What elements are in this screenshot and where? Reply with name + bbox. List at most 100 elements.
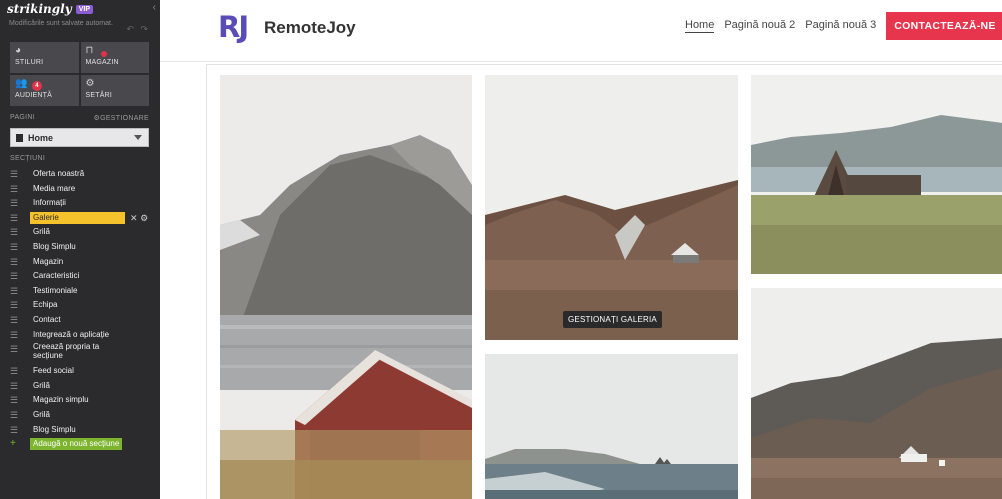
drag-handle-icon[interactable]: ☰ bbox=[10, 299, 20, 311]
drag-handle-icon[interactable]: ☰ bbox=[10, 270, 20, 282]
audience-button[interactable]: 👥 4 AUDIENȚĂ bbox=[10, 75, 79, 106]
section-item[interactable]: ☰ Grilă bbox=[10, 409, 155, 424]
gear-icon[interactable]: ⚙ bbox=[140, 213, 148, 223]
drag-handle-icon[interactable]: ☰ bbox=[10, 256, 20, 268]
manage-pages-label: GESTIONARE bbox=[100, 115, 149, 122]
redo-icon[interactable]: ↷ bbox=[140, 24, 148, 35]
page-select[interactable]: Home bbox=[10, 128, 149, 147]
foggy-coast-image bbox=[485, 354, 738, 499]
section-item[interactable]: ☰ Integrează o aplicație bbox=[10, 329, 155, 344]
drag-handle-icon[interactable]: ☰ bbox=[10, 212, 20, 224]
section-item[interactable]: ☰ Oferta noastră bbox=[10, 168, 155, 183]
section-item[interactable]: ☰ Grilă bbox=[10, 226, 155, 241]
gallery-photo[interactable] bbox=[751, 75, 1002, 274]
brand-logo: strikingly bbox=[7, 2, 72, 16]
section-item[interactable]: ☰ Feed social bbox=[10, 365, 155, 380]
drag-handle-icon[interactable]: ☰ bbox=[10, 409, 20, 421]
app-window: strikingly VIP ‹ Modificările sunt salva… bbox=[0, 0, 1002, 499]
section-item[interactable]: ☰ Media mare bbox=[10, 183, 155, 198]
add-section-button[interactable]: + Adaugă o nouă secțiune bbox=[10, 438, 155, 453]
manage-gallery-button[interactable]: GESTIONAȚI GALERIA bbox=[563, 311, 662, 328]
section-item[interactable]: ☰ Informații bbox=[10, 197, 155, 212]
contact-button[interactable]: CONTACTEAZĂ-NE bbox=[886, 12, 1002, 40]
editor-sidebar: strikingly VIP ‹ Modificările sunt salva… bbox=[0, 0, 160, 499]
section-label: Testimoniale bbox=[33, 285, 78, 295]
drag-handle-icon[interactable]: ☰ bbox=[10, 168, 20, 180]
save-status: Modificările sunt salvate automat. bbox=[9, 20, 113, 27]
gallery-photo[interactable] bbox=[751, 288, 1002, 499]
gallery-photo[interactable]: GESTIONAȚI GALERIA bbox=[485, 75, 738, 340]
drag-handle-icon[interactable]: ☰ bbox=[10, 343, 20, 355]
plus-icon: + bbox=[10, 438, 16, 450]
drag-handle-icon[interactable]: ☰ bbox=[10, 197, 20, 209]
add-section-label: Adaugă o nouă secțiune bbox=[30, 438, 123, 451]
drag-handle-icon[interactable]: ☰ bbox=[10, 424, 20, 436]
section-item[interactable]: ☰ Caracteristici bbox=[10, 270, 155, 285]
section-label: Galerie bbox=[30, 211, 125, 224]
a-frame-cabin-image bbox=[751, 75, 1002, 274]
drag-handle-icon[interactable]: ☰ bbox=[10, 365, 20, 377]
section-actions: ✕ ⚙ bbox=[130, 212, 148, 224]
section-label: Magazin simplu bbox=[33, 395, 89, 405]
section-label: Media mare bbox=[33, 183, 76, 193]
nav-link-page-2[interactable]: Pagină nouă 2 bbox=[724, 19, 795, 33]
styles-label: STILURI bbox=[15, 59, 44, 66]
section-item[interactable]: ☰ Blog Simplu bbox=[10, 241, 155, 256]
drag-handle-icon[interactable]: ☰ bbox=[10, 329, 20, 341]
section-label: Blog Simplu bbox=[33, 424, 76, 434]
store-notification-dot bbox=[100, 51, 107, 57]
drag-handle-icon[interactable]: ☰ bbox=[10, 394, 20, 406]
section-label: Informații bbox=[33, 198, 66, 208]
section-item[interactable]: ☰ Blog Simplu bbox=[10, 424, 155, 439]
nav-link-home[interactable]: Home bbox=[685, 19, 715, 33]
section-item[interactable]: ☰ Testimoniale bbox=[10, 285, 155, 300]
church-valley-image bbox=[751, 288, 1002, 499]
pages-label: PAGINI bbox=[10, 114, 36, 121]
settings-button[interactable]: ⚙ SETĂRI bbox=[80, 75, 149, 106]
nav-link-page-3[interactable]: Pagină nouă 3 bbox=[805, 19, 876, 33]
store-button[interactable]: ⊓ MAGAZIN bbox=[80, 42, 149, 73]
section-label: Blog Simplu bbox=[33, 241, 76, 251]
section-label: Oferta noastră bbox=[33, 169, 85, 178]
collapse-sidebar-icon[interactable]: ‹ bbox=[153, 2, 156, 13]
site-logo[interactable]: RJ bbox=[218, 5, 249, 49]
drag-handle-icon[interactable]: ☰ bbox=[10, 241, 20, 253]
audience-label: AUDIENȚĂ bbox=[15, 92, 52, 99]
site-preview: RJ RemoteJoy Home Pagină nouă 2 Pagină n… bbox=[160, 0, 1002, 499]
audience-badge: 4 bbox=[32, 81, 42, 91]
drag-handle-icon[interactable]: ☰ bbox=[10, 380, 20, 392]
section-item[interactable]: ☰ Creează propria ta secțiune bbox=[10, 342, 155, 365]
section-label: Integrează o aplicație bbox=[33, 329, 110, 339]
drag-handle-icon[interactable]: ☰ bbox=[10, 314, 20, 326]
gallery-section: GESTIONAȚI GALERIA bbox=[206, 64, 1002, 499]
sections-list: ☰ Oferta noastră ☰ Media mare ☰ Informații … bbox=[10, 168, 155, 453]
section-label: Creează propria ta secțiune bbox=[33, 342, 100, 360]
undo-icon[interactable]: ↶ bbox=[126, 24, 134, 35]
section-item-active[interactable]: ☰ Galerie ✕ ⚙ bbox=[10, 211, 155, 227]
section-label: Feed social bbox=[33, 366, 74, 376]
vip-badge: VIP bbox=[75, 4, 93, 14]
close-icon[interactable]: ✕ bbox=[130, 213, 138, 223]
section-label: Contact bbox=[33, 314, 61, 324]
gallery-photo[interactable] bbox=[220, 75, 472, 499]
section-label: Grilă bbox=[33, 380, 50, 390]
settings-label: SETĂRI bbox=[85, 92, 112, 99]
section-item[interactable]: ☰ Contact bbox=[10, 314, 155, 329]
section-label: Caracteristici bbox=[33, 271, 80, 281]
site-name[interactable]: RemoteJoy bbox=[264, 18, 356, 38]
section-item[interactable]: ☰ Grilă bbox=[10, 380, 155, 395]
styles-button[interactable]: ◕ STILURI bbox=[10, 42, 79, 73]
page-icon bbox=[16, 133, 23, 142]
drag-handle-icon[interactable]: ☰ bbox=[10, 183, 20, 195]
gallery-photo[interactable] bbox=[485, 354, 738, 499]
section-item[interactable]: ☰ Magazin simplu bbox=[10, 394, 155, 409]
valley-waterfall-image bbox=[485, 75, 738, 340]
drag-handle-icon[interactable]: ☰ bbox=[10, 226, 20, 238]
pages-header: PAGINI ⚙GESTIONARE bbox=[10, 114, 149, 122]
section-item[interactable]: ☰ Echipa bbox=[10, 299, 155, 314]
section-label: Grilă bbox=[33, 227, 50, 237]
chevron-down-icon bbox=[134, 135, 142, 140]
manage-pages-button[interactable]: ⚙GESTIONARE bbox=[94, 114, 149, 122]
section-item[interactable]: ☰ Magazin bbox=[10, 256, 155, 271]
drag-handle-icon[interactable]: ☰ bbox=[10, 285, 20, 297]
